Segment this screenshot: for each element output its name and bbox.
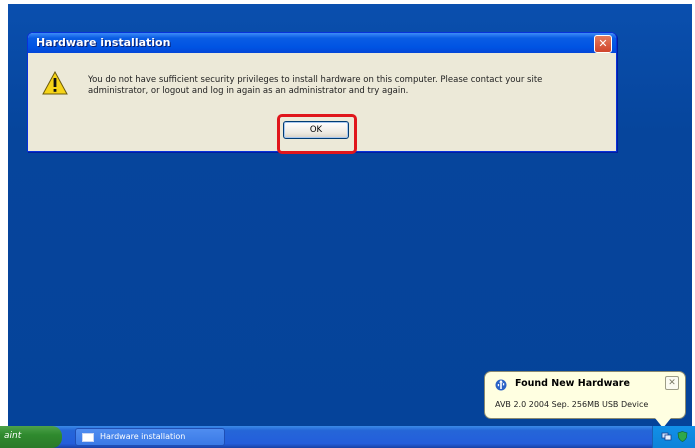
taskbar-item-label: Hardware installation: [100, 432, 186, 441]
hardware-installation-dialog: Hardware installation ✕ You do not have …: [27, 32, 617, 154]
desktop: Hardware installation ✕ You do not have …: [8, 4, 692, 430]
network-icon[interactable]: [661, 431, 672, 442]
found-new-hardware-notification[interactable]: Found New Hardware ✕ AVB 2.0 2004 Sep. 2…: [484, 371, 686, 428]
close-button[interactable]: ✕: [594, 35, 612, 53]
dialog-titlebar[interactable]: Hardware installation ✕: [28, 33, 616, 53]
taskbar: aint Hardware installation: [0, 426, 695, 448]
dialog-title: Hardware installation: [36, 36, 171, 49]
taskbar-item-hardware-installation[interactable]: Hardware installation: [75, 428, 225, 446]
close-icon: ✕: [598, 37, 608, 50]
warning-icon: [42, 71, 68, 95]
start-button-label: aint: [4, 431, 22, 441]
notification-body: AVB 2.0 2004 Sep. 256MB USB Device: [495, 400, 649, 409]
start-button[interactable]: aint: [0, 426, 62, 448]
dialog-message: You do not have sufficient security priv…: [88, 75, 543, 96]
close-icon: ✕: [668, 378, 676, 388]
shield-icon[interactable]: [677, 431, 688, 442]
notification-close-button[interactable]: ✕: [665, 376, 679, 390]
system-tray: [652, 426, 695, 448]
ok-button[interactable]: OK: [283, 121, 349, 139]
window-icon: [82, 433, 94, 442]
usb-icon: [495, 379, 507, 391]
notification-title: Found New Hardware: [515, 378, 630, 389]
